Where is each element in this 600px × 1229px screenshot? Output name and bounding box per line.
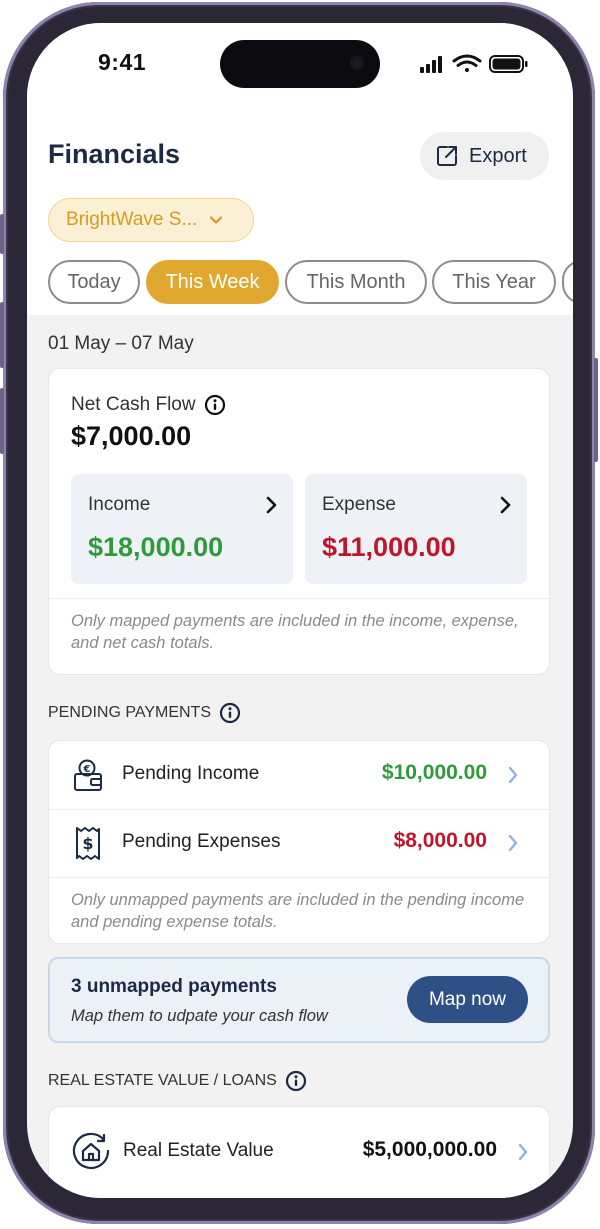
export-button[interactable]: Export	[420, 132, 549, 180]
unmapped-subtitle: Map them to udpate your cash flow	[71, 1007, 328, 1025]
pending-income-row[interactable]: € Pending Income $10,000.00	[49, 741, 549, 809]
export-label: Export	[469, 144, 527, 167]
cellular-signal-icon	[420, 56, 442, 73]
svg-text:$: $	[82, 834, 93, 853]
divider	[49, 598, 549, 599]
tab-label: This Month	[306, 270, 406, 293]
real-estate-title: REAL ESTATE VALUE / LOANS	[48, 1072, 277, 1089]
page-title: Financials	[48, 139, 181, 169]
company-selector[interactable]: BrightWave S...	[48, 198, 254, 242]
info-icon[interactable]	[204, 394, 226, 416]
chevron-right-icon	[518, 1143, 528, 1161]
tab-this-month[interactable]: This Month	[285, 260, 427, 304]
receipt-dollar-icon: $	[76, 827, 100, 860]
tab-this-week[interactable]: This Week	[146, 260, 279, 304]
real-estate-value-card[interactable]: Real Estate Value $5,000,000.00	[48, 1106, 550, 1198]
net-cash-flow-card: Net Cash Flow $7,000.00 Income $18,000.0…	[48, 368, 550, 675]
wallet-coin-icon: €	[74, 759, 102, 791]
net-cash-flow-label: Net Cash Flow	[71, 394, 196, 415]
chevron-right-icon	[500, 496, 511, 514]
chevron-right-icon	[266, 496, 277, 514]
divider	[49, 877, 549, 878]
pending-payments-title: PENDING PAYMENTS	[48, 704, 211, 721]
unmapped-payments-banner: 3 unmapped payments Map them to udpate y…	[48, 957, 550, 1043]
wifi-icon	[452, 54, 482, 72]
map-now-button[interactable]: Map now	[407, 976, 528, 1023]
real-estate-header: REAL ESTATE VALUE / LOANS	[48, 1070, 307, 1092]
pending-payments-header: PENDING PAYMENTS	[48, 702, 241, 724]
net-cash-flow-label-row: Net Cash Flow	[71, 394, 226, 416]
tab-label: Today	[67, 270, 121, 293]
volume-down-button	[0, 388, 4, 454]
dynamic-island	[220, 40, 380, 88]
date-range: 01 May – 07 May	[48, 333, 194, 354]
pending-expenses-label: Pending Expenses	[122, 831, 281, 852]
house-value-icon	[72, 1132, 110, 1170]
net-cash-note: Only mapped payments are included in the…	[71, 612, 519, 652]
app-screen: 9:41 Financials Export BrightWave S... T…	[27, 23, 573, 1198]
pending-note: Only unmapped payments are included in t…	[71, 891, 525, 931]
real-estate-value: $5,000,000.00	[362, 1138, 497, 1161]
tab-label: This Week	[165, 270, 260, 293]
net-cash-flow-value: $7,000.00	[71, 421, 192, 451]
chevron-right-icon	[508, 834, 518, 852]
tab-label: This Year	[452, 270, 536, 293]
unmapped-title: 3 unmapped payments	[71, 976, 277, 997]
status-icons	[420, 54, 528, 73]
camera-icon	[350, 56, 364, 70]
pending-income-value: $10,000.00	[381, 761, 487, 784]
tab-this-year[interactable]: This Year	[432, 260, 556, 304]
real-estate-label: Real Estate Value	[123, 1140, 274, 1161]
info-icon[interactable]	[219, 702, 241, 724]
volume-up-button	[0, 302, 4, 368]
income-value: $18,000.00	[88, 532, 224, 562]
power-button	[594, 358, 598, 462]
pending-payments-card: € Pending Income $10,000.00 $ Pending Ex…	[48, 740, 550, 944]
expense-value: $11,000.00	[322, 532, 456, 562]
export-icon	[437, 146, 457, 166]
expense-label: Expense	[322, 494, 396, 515]
info-icon[interactable]	[285, 1070, 307, 1092]
status-time: 9:41	[98, 49, 147, 75]
income-card[interactable]: Income $18,000.00	[71, 474, 293, 584]
battery-icon	[489, 55, 528, 73]
tab-today[interactable]: Today	[48, 260, 140, 304]
income-label: Income	[88, 494, 151, 515]
expense-card[interactable]: Expense $11,000.00	[305, 474, 527, 584]
pending-expenses-row[interactable]: $ Pending Expenses $8,000.00	[49, 809, 549, 877]
chevron-right-icon	[508, 766, 518, 784]
company-selector-label: BrightWave S...	[66, 209, 198, 230]
pending-income-label: Pending Income	[122, 763, 260, 784]
pending-expenses-value: $8,000.00	[393, 829, 487, 852]
chevron-down-icon	[210, 216, 223, 224]
action-button	[0, 214, 4, 254]
